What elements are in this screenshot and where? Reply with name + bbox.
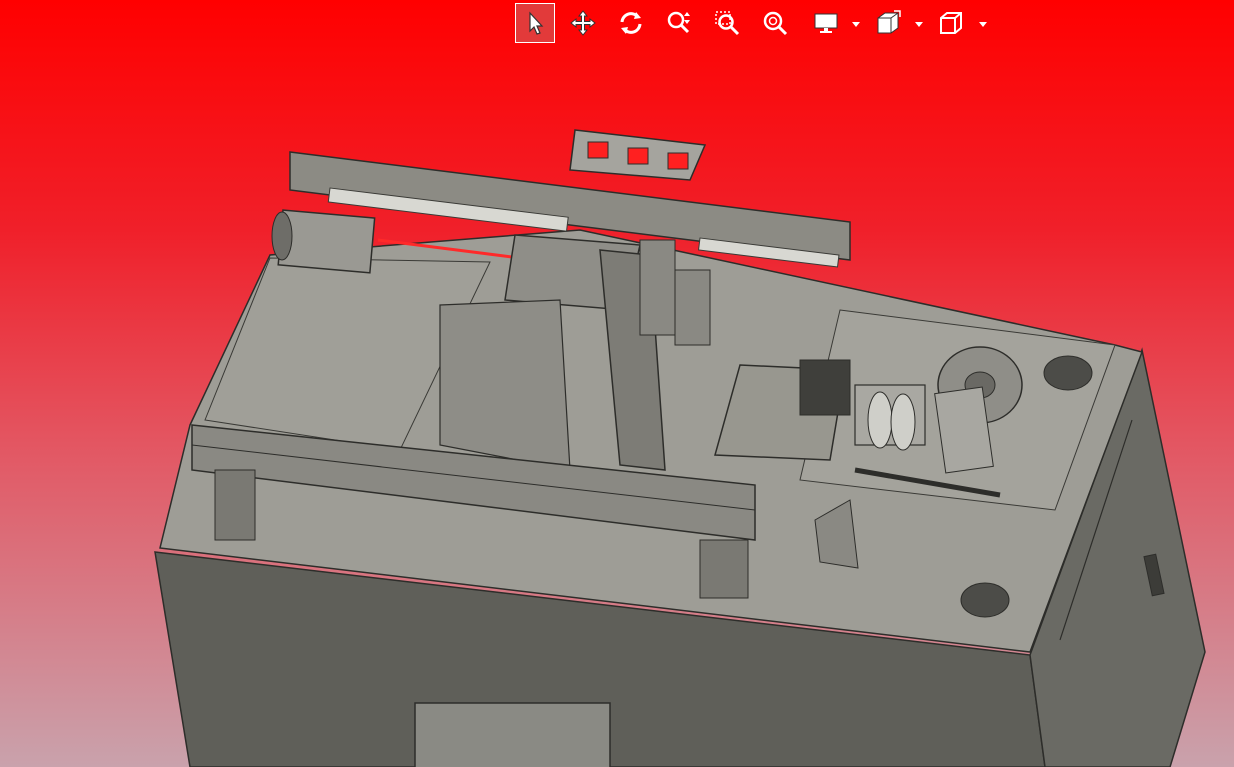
z-actuator [639,239,676,336]
zoom-tool-button[interactable] [659,3,699,43]
zoom-fit-button[interactable] [755,3,795,43]
motor-end-cap [271,211,293,261]
section-view-button[interactable] [868,3,908,43]
section-box-icon [877,10,901,34]
select-tool-button[interactable] [515,3,555,43]
zoom-window-icon [715,11,740,36]
zoom-fit-icon [763,11,788,36]
move-arrows-icon [570,10,596,36]
rail-support-right [699,539,749,599]
rotate-icon [620,12,642,34]
cube-icon [940,12,962,34]
plate-hole-1 [1043,355,1093,391]
gantry-hole-2 [627,147,649,165]
pan-tool-button[interactable] [563,3,603,43]
monitor-icon [814,13,838,33]
display-mode-dropdown-icon[interactable] [851,20,861,28]
roller-1 [867,391,893,449]
rail-support-left [214,469,256,541]
cad-machine-model[interactable] [0,0,1234,767]
gantry-hole-1 [587,141,609,159]
zoom-updown-icon [667,11,690,34]
standard-views-button[interactable] [931,3,971,43]
display-mode-button[interactable] [806,3,846,43]
rotate-tool-button[interactable] [611,3,651,43]
cell-tray [799,359,851,416]
standard-views-dropdown-icon[interactable] [978,20,988,28]
viewer-toolbar [514,2,1004,44]
zoom-window-button[interactable] [707,3,747,43]
stepper-motor [277,209,376,274]
linear-guide-stage [439,299,571,471]
roller-2 [890,393,916,451]
gantry-hole-3 [667,152,689,170]
tool-head [674,269,711,346]
cursor-arrow-icon [529,11,544,35]
3d-viewport[interactable] [0,0,1234,767]
cabinet-door-window [414,702,611,767]
section-view-dropdown-icon[interactable] [914,20,924,28]
plate-hole-2 [960,582,1010,618]
